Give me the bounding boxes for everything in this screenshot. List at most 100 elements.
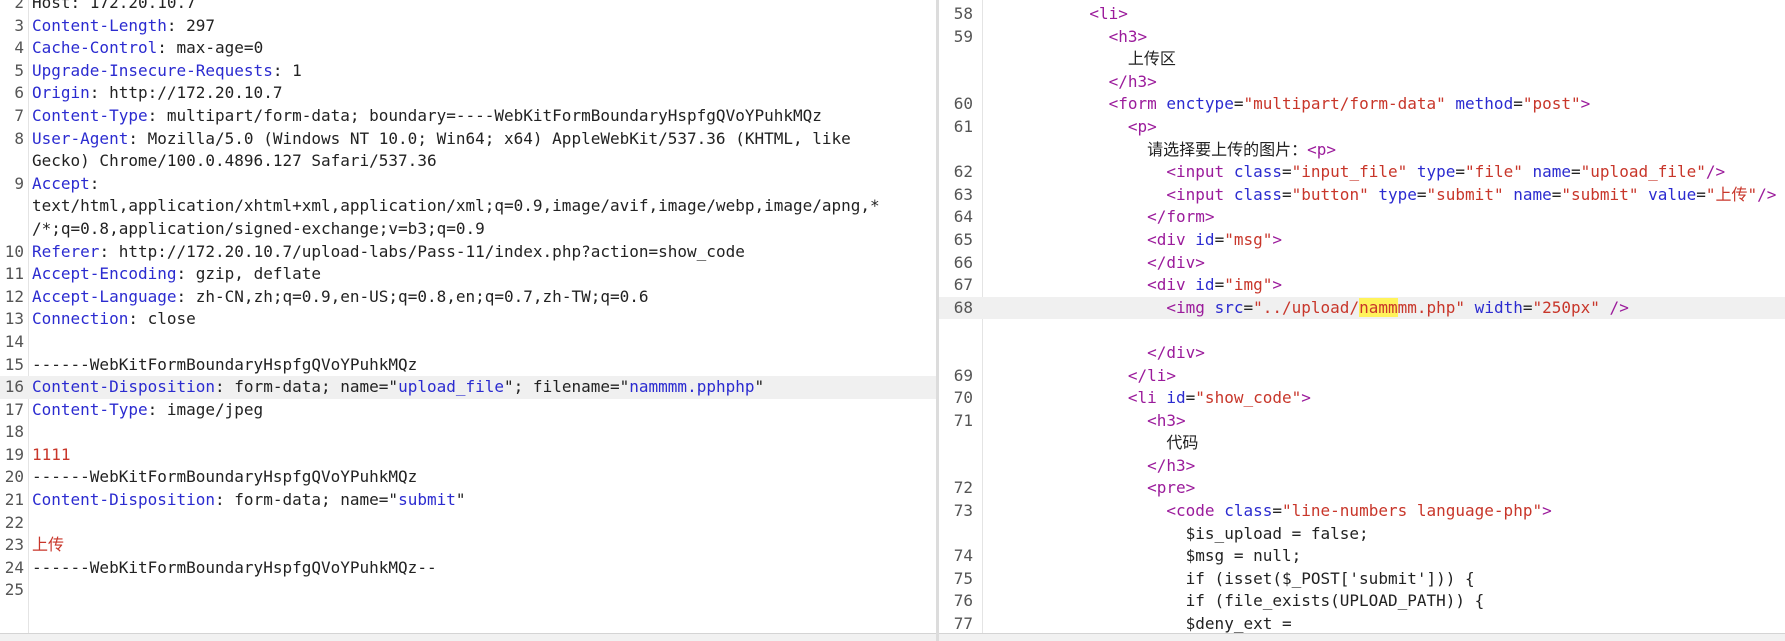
code-line[interactable]: 63 <input class="button" type="submit" n… xyxy=(939,184,1785,207)
line-number: 60 xyxy=(953,94,973,114)
line-number: 73 xyxy=(953,501,973,521)
code-token: " xyxy=(754,377,765,397)
code-line[interactable]: 5 Upgrade-Insecure-Requests: 1 xyxy=(0,60,936,83)
code-line[interactable]: 76 if (file_exists(UPLOAD_PATH)) { xyxy=(939,590,1785,613)
code-line[interactable]: 3 Content-Length: 297 xyxy=(0,15,936,38)
code-line[interactable]: </h3> xyxy=(939,71,1785,94)
code-line[interactable]: 68 <img src="../upload/nammmm.php" width… xyxy=(939,296,1785,320)
code-line[interactable]: 71 <h3> xyxy=(939,410,1785,433)
line-number: 62 xyxy=(953,162,973,182)
code-token: Accept-Encoding xyxy=(32,264,177,284)
code-line[interactable]: 14 xyxy=(0,331,936,354)
line-number: 3 xyxy=(14,15,24,35)
code-line[interactable]: 21 Content-Disposition: form-data; name="… xyxy=(0,489,936,512)
code-token: 代码 xyxy=(993,433,1199,453)
code-line[interactable]: 59 <h3> xyxy=(939,26,1785,49)
line-number: 13 xyxy=(4,309,24,329)
code-token: = xyxy=(1185,388,1196,408)
line-number: 68 xyxy=(953,297,973,317)
code-token: $deny_ext = xyxy=(993,614,1292,634)
code-line[interactable]: 66 </div> xyxy=(939,252,1785,275)
horizontal-scrollbar[interactable] xyxy=(939,633,1785,641)
code-line[interactable]: $is_upload = false; xyxy=(939,523,1785,546)
code-line[interactable]: 9 Accept: xyxy=(0,173,936,196)
code-line[interactable]: text/html,application/xhtml+xml,applicat… xyxy=(0,195,936,218)
code-token: : zh-CN,zh;q=0.9,en-US;q=0.8,en;q=0.7,zh… xyxy=(176,286,649,306)
code-line[interactable]: </div> xyxy=(939,342,1785,365)
line-text: ------WebKitFormBoundaryHspfgQVoYPuhkMQz… xyxy=(32,557,924,580)
line-text: </div> xyxy=(993,342,1205,365)
code-line[interactable]: 2 Host: 172.20.10.7 xyxy=(0,0,936,15)
code-line[interactable]: 代码 xyxy=(939,432,1785,455)
code-token: <li xyxy=(1127,388,1167,408)
code-line[interactable]: 58 <li> xyxy=(939,3,1785,26)
line-number: 61 xyxy=(953,116,973,136)
code-line[interactable]: 上传区 xyxy=(939,48,1785,71)
code-line[interactable]: 65 <div id="msg"> xyxy=(939,229,1785,252)
code-line[interactable]: 17 Content-Type: image/jpeg xyxy=(0,399,936,422)
code-line[interactable]: 11 Accept-Encoding: gzip, deflate xyxy=(0,263,936,286)
code-line[interactable]: 7 Content-Type: multipart/form-data; boun… xyxy=(0,105,936,128)
code-line[interactable]: 8 User-Agent: Mozilla/5.0 (Windows NT 10.… xyxy=(0,128,936,151)
horizontal-scrollbar[interactable] xyxy=(0,633,936,641)
code-line[interactable]: 73 <code class="line-numbers language-ph… xyxy=(939,500,1785,523)
code-token: "multipart/form-data" xyxy=(1243,94,1446,114)
code-line[interactable]: 19 1111 xyxy=(0,444,936,467)
code-token: method xyxy=(1445,94,1514,114)
code-token: /> xyxy=(1705,162,1726,182)
code-line[interactable]: /*;q=0.8,application/signed-exchange;v=b… xyxy=(0,218,936,241)
code-line[interactable]: 6 Origin: http://172.20.10.7 xyxy=(0,82,936,105)
code-line[interactable]: 75 if (isset($_POST['submit'])) { xyxy=(939,568,1785,591)
request-editor-pane[interactable]: 2 Host: 172.20.10.7 3 Content-Length: 297 4 C… xyxy=(0,0,936,641)
code-token: "upload_file" xyxy=(1580,162,1706,182)
line-number: 22 xyxy=(4,512,24,532)
code-token: = xyxy=(1282,162,1292,182)
code-line[interactable]: 61 <p> xyxy=(939,116,1785,139)
code-line[interactable]: 10 Referer: http://172.20.10.7/upload-lab… xyxy=(0,241,936,264)
code-line[interactable]: 64 </form> xyxy=(939,206,1785,229)
code-line[interactable]: 69 </li> xyxy=(939,365,1785,388)
code-line[interactable]: Gecko) Chrome/100.0.4896.127 Safari/537.… xyxy=(0,150,936,173)
code-line[interactable]: 16 Content-Disposition: form-data; name="… xyxy=(0,376,936,399)
line-number: 8 xyxy=(14,128,24,148)
code-token: Content-Disposition xyxy=(32,490,216,510)
code-line[interactable]: </h3> xyxy=(939,455,1785,478)
code-line[interactable]: 25 xyxy=(0,579,936,602)
code-token: id xyxy=(1195,229,1215,249)
code-line[interactable]: 22 xyxy=(0,512,936,535)
line-text: </div> xyxy=(993,252,1205,275)
code-token: = xyxy=(1214,275,1225,295)
code-line[interactable]: 67 <div id="img"> xyxy=(939,274,1785,297)
response-editor-pane[interactable]: 58 <li> 59 <h3> 上传区 </h3> 60 <form enctype… xyxy=(939,0,1785,641)
line-text: Gecko) Chrome/100.0.4896.127 Safari/537.… xyxy=(32,150,924,173)
code-line[interactable]: 24 ------WebKitFormBoundaryHspfgQVoYPuhkM… xyxy=(0,557,936,580)
code-token: : 297 xyxy=(166,15,216,35)
code-line[interactable]: 4 Cache-Control: max-age=0 xyxy=(0,37,936,60)
line-text: <input class="button" type="submit" name… xyxy=(993,184,1776,207)
code-token: $is_upload = false; xyxy=(993,523,1369,543)
code-line[interactable]: 74 $msg = null; xyxy=(939,545,1785,568)
code-token: name xyxy=(1503,184,1552,204)
code-line[interactable]: 12 Accept-Language: zh-CN,zh;q=0.9,en-US;… xyxy=(0,286,936,309)
code-token: = xyxy=(1571,162,1581,182)
code-line[interactable]: 18 xyxy=(0,421,936,444)
code-token: text/html,application/xhtml+xml,applicat… xyxy=(32,196,880,216)
code-line[interactable] xyxy=(939,319,1785,342)
code-line[interactable]: 72 <pre> xyxy=(939,477,1785,500)
code-line[interactable]: 62 <input class="input_file" type="file"… xyxy=(939,161,1785,184)
code-token: <input xyxy=(1166,162,1234,182)
code-line[interactable]: 请选择要上传的图片：<p> xyxy=(939,139,1785,162)
code-line[interactable]: 15 ------WebKitFormBoundaryHspfgQVoYPuhkM… xyxy=(0,354,936,377)
code-line[interactable]: 23 上传 xyxy=(0,534,936,557)
code-line[interactable]: 13 Connection: close xyxy=(0,308,936,331)
code-line[interactable]: 20 ------WebKitFormBoundaryHspfgQVoYPuhkM… xyxy=(0,466,936,489)
code-line[interactable]: 60 <form enctype = "multipart/form-data" m… xyxy=(939,93,1785,116)
line-number: 6 xyxy=(14,83,24,103)
code-line[interactable]: 70 <li id="show_code"> xyxy=(939,387,1785,410)
line-number: 23 xyxy=(4,535,24,555)
